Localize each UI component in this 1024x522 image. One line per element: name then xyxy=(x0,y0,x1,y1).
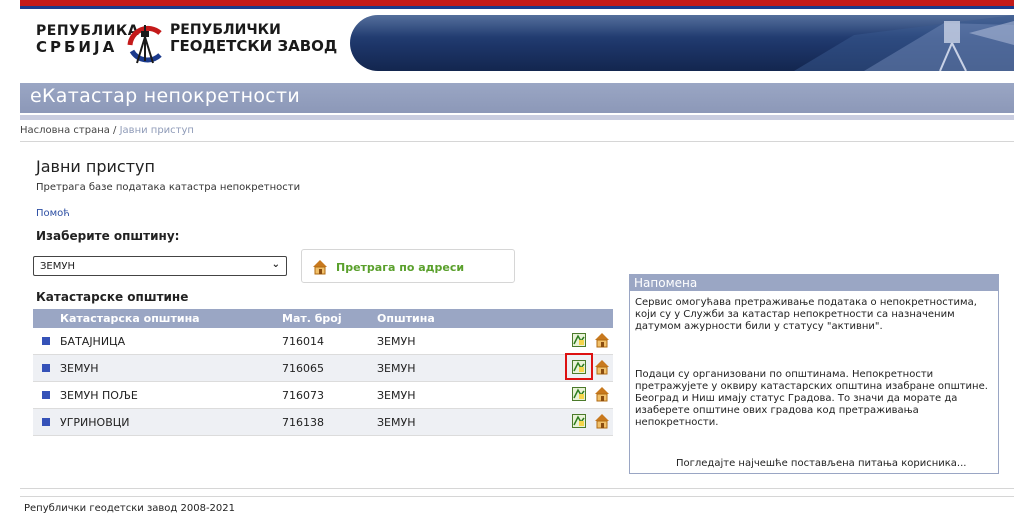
municipality-name: ЗЕМУН xyxy=(377,362,416,375)
surveying-instrument-image xyxy=(794,15,1014,71)
cadastral-number: 716138 xyxy=(282,416,324,429)
breadcrumb: Насловна страна / Јавни приступ xyxy=(20,125,194,136)
app-title-bar: еКатастар непокретности xyxy=(20,83,1014,113)
bullet-icon xyxy=(42,418,50,426)
column-header-cadastral: Катастарска општина xyxy=(60,312,200,325)
chevron-down-icon: ⌄ xyxy=(271,259,280,270)
note-paragraph-1: Сервис омогућава претраживање података о… xyxy=(635,297,977,332)
map-icon[interactable] xyxy=(572,414,586,428)
choose-municipality-label: Изаберите општину: xyxy=(36,229,180,243)
column-header-number: Мат. број xyxy=(282,312,342,325)
cadastral-municipalities-label: Катастарске општине xyxy=(36,290,189,304)
cadastral-name[interactable]: УГРИНОВЦИ xyxy=(60,416,130,429)
bullet-icon xyxy=(42,337,50,345)
note-panel: Напомена Сервис омогућава претраживање п… xyxy=(629,274,999,474)
footer: Републички геодетски завод 2008-2021 xyxy=(20,496,1014,522)
municipality-select[interactable]: ЗЕМУН ⌄ xyxy=(33,256,287,276)
cadastral-table: Катастарска општина Мат. број Општина БА… xyxy=(33,309,613,436)
house-icon[interactable] xyxy=(594,359,610,375)
cadastral-number: 716065 xyxy=(282,362,324,375)
title-divider xyxy=(20,115,1014,120)
logo-right-line2: ГЕОДЕТСКИ ЗАВОД xyxy=(170,37,338,55)
logo-right-line1: РЕПУБЛИЧКИ xyxy=(170,22,281,38)
right-margin xyxy=(1014,0,1024,521)
bullet-icon xyxy=(42,364,50,372)
breadcrumb-current: Јавни приступ xyxy=(119,125,194,136)
note-paragraph-2: Подаци су организовани по општинама. Неп… xyxy=(635,369,988,428)
house-icon xyxy=(313,260,327,275)
column-header-municipality: Општина xyxy=(377,312,435,325)
faq-link[interactable]: Погледајте најчешће постављена питања ко… xyxy=(676,458,966,469)
left-margin xyxy=(0,0,20,521)
footer-text: Републички геодетски завод 2008-2021 xyxy=(24,503,236,514)
bullet-icon xyxy=(42,391,50,399)
site-header: РЕПУБЛИКА СРБИЈА РЕПУБЛИЧКИ ГЕОДЕТСКИ ЗА… xyxy=(20,9,1014,77)
app-title: еКатастар непокретности xyxy=(30,85,301,107)
table-row[interactable]: ЗЕМУН 716065 ЗЕМУН xyxy=(33,355,613,382)
cadastral-name[interactable]: ЗЕМУН ПОЉЕ xyxy=(60,389,138,402)
cadastral-number: 716014 xyxy=(282,335,324,348)
table-row[interactable]: БАТАЈНИЦА 716014 ЗЕМУН xyxy=(33,328,613,355)
page-subtitle: Претрага базе података катастра непокрет… xyxy=(36,182,301,193)
table-row[interactable]: УГРИНОВЦИ 716138 ЗЕМУН xyxy=(33,409,613,436)
rgz-emblem-icon xyxy=(127,25,162,64)
table-header: Катастарска општина Мат. број Општина xyxy=(33,309,613,328)
note-title: Напомена xyxy=(630,275,998,291)
map-icon[interactable] xyxy=(572,333,586,347)
breadcrumb-home-link[interactable]: Насловна страна xyxy=(20,125,110,136)
map-icon[interactable] xyxy=(572,387,586,401)
house-icon[interactable] xyxy=(594,332,610,348)
table-row[interactable]: ЗЕМУН ПОЉЕ 716073 ЗЕМУН xyxy=(33,382,613,409)
page-title: Јавни приступ xyxy=(36,157,155,176)
municipality-name: ЗЕМУН xyxy=(377,335,416,348)
logo-text-right: РЕПУБЛИЧКИ ГЕОДЕТСКИ ЗАВОД xyxy=(170,22,337,54)
municipality-name: ЗЕМУН xyxy=(377,416,416,429)
help-link[interactable]: Помоћ xyxy=(36,208,70,219)
municipality-select-value: ЗЕМУН xyxy=(40,261,75,272)
address-search-button[interactable]: Претрага по адреси xyxy=(301,249,515,283)
breadcrumb-separator: / xyxy=(113,125,117,136)
cadastral-name[interactable]: ЗЕМУН xyxy=(60,362,98,375)
page: РЕПУБЛИКА СРБИЈА РЕПУБЛИЧКИ ГЕОДЕТСКИ ЗА… xyxy=(0,0,1024,522)
cadastral-number: 716073 xyxy=(282,389,324,402)
house-icon[interactable] xyxy=(594,386,610,402)
header-banner xyxy=(350,15,1014,71)
cadastral-name[interactable]: БАТАЈНИЦА xyxy=(60,335,125,348)
address-search-label: Претрага по адреси xyxy=(336,261,465,274)
highlight-box xyxy=(565,353,593,380)
municipality-name: ЗЕМУН xyxy=(377,389,416,402)
house-icon[interactable] xyxy=(594,413,610,429)
